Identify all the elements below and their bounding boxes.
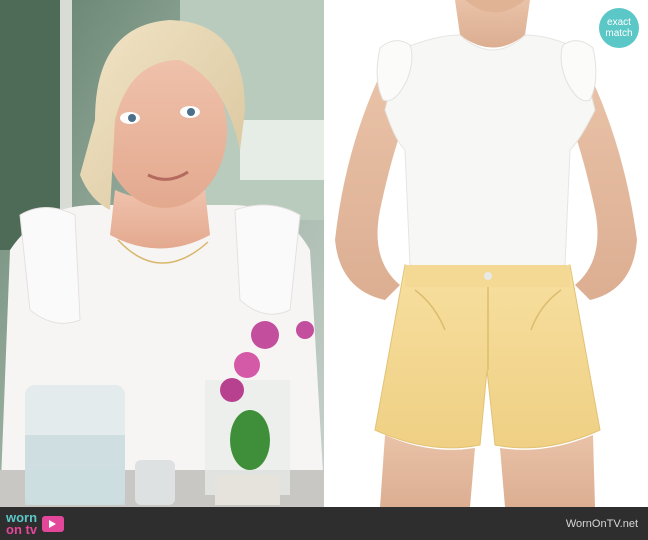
exact-match-badge: exact match — [599, 8, 639, 48]
logo-text: worn on tv — [6, 511, 38, 537]
site-label: WornOnTV.net — [565, 518, 638, 530]
footer-bar: worn on tv WornOnTV.net — [0, 507, 648, 540]
wornontv-logo[interactable]: worn on tv — [6, 511, 65, 537]
tv-still-illustration — [0, 0, 325, 507]
tv-still-photo — [0, 0, 325, 507]
logo-word-on-tv: on tv — [6, 522, 38, 537]
photo-collage: exact match — [0, 0, 648, 507]
product-illustration — [325, 0, 648, 507]
badge-line-1: exact — [607, 17, 631, 28]
product-photo: exact match — [325, 0, 648, 507]
tv-play-icon — [42, 516, 65, 532]
badge-line-2: match — [605, 28, 633, 39]
